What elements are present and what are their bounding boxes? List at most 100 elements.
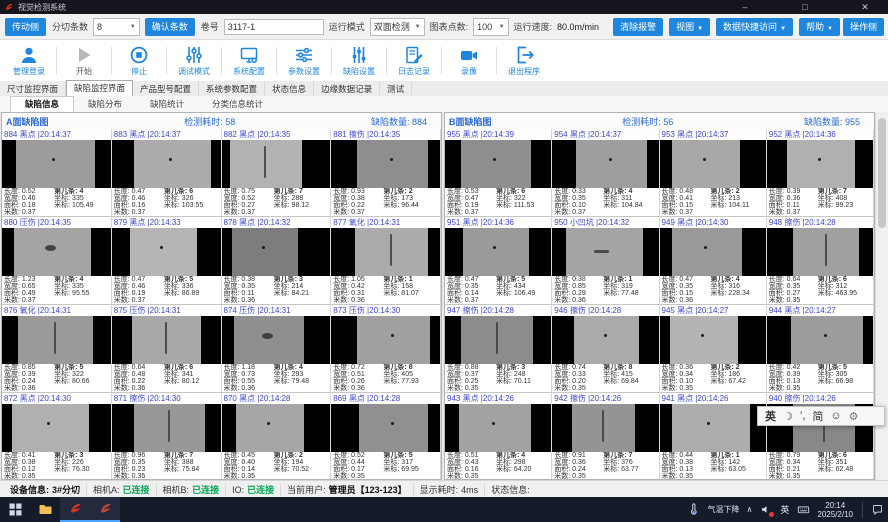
roll-number-input[interactable] [224,19,324,35]
main-tab[interactable]: 缺陷监控界面 [66,80,133,97]
defect-mark [160,246,163,249]
defect-cell[interactable]: 878 黑点 |20:14:32长度: 0.38宽度: 0.35面积: 0.11… [222,217,332,305]
split-count-select[interactable]: 8 ▼ [93,18,140,36]
file-explorer-button[interactable] [30,497,60,522]
defect-cell-label: 872 黑点 |20:14:30 [2,393,111,404]
defect-cell[interactable]: 954 黑点 |20:14:37长度: 0.33宽度: 0.35面积: 0.10… [552,129,659,217]
data-access-menu-button[interactable]: 数据快捷访问▼ [716,18,793,36]
tray-expand-chevron[interactable]: ∧ [747,505,753,514]
defect-cell[interactable]: 943 黑点 |20:14:26长度: 0.51宽度: 0.43面积: 0.16… [445,393,552,479]
close-button[interactable]: ✕ [852,0,878,14]
toolbar-button-stop[interactable]: 停止 [114,42,164,80]
ime-settings-gear-icon[interactable]: ⚙ [849,410,859,423]
sub-tab[interactable]: 缺陷统计 [136,97,198,112]
defect-cell[interactable]: 950 小凹坑 |20:14:32长度: 0.38宽度: 0.85面积: 0.2… [552,217,659,305]
app-taskbar-button-2[interactable] [90,497,120,522]
defect-cell[interactable]: 871 擦伤 |20:14:30长度: 0.96宽度: 0.35面积: 0.23… [112,393,222,479]
main-tab[interactable]: 系统参数配置 [199,82,265,96]
defect-cell[interactable]: 941 黑点 |20:14:26长度: 0.44宽度: 0.38面积: 0.13… [660,393,767,479]
defect-cell[interactable]: 953 黑点 |20:14:37长度: 0.48宽度: 0.41面积: 0.15… [660,129,767,217]
ime-fullhalf-icon[interactable]: ☽ [783,410,793,423]
volume-icon[interactable] [759,503,773,517]
defect-cell[interactable]: 875 压伤 |20:14:31长度: 0.64宽度: 0.48面积: 0.22… [112,305,222,393]
sub-tab[interactable]: 缺陷信息 [10,96,74,112]
clear-alarm-button[interactable]: 清除报警 [613,18,663,36]
defect-cell[interactable]: 876 氧化 |20:14:31长度: 0.85宽度: 0.39面积: 0.24… [2,305,112,393]
main-tab[interactable]: 尺寸监控界面 [0,82,66,96]
toolbar-button-camera[interactable]: 录像 [444,42,494,80]
defect-cell[interactable]: 955 黑点 |20:14:39长度: 0.53宽度: 0.47面积: 0.19… [445,129,552,217]
defect-cell[interactable]: 882 黑点 |20:14:35长度: 0.75宽度: 0.52面积: 0.27… [222,129,332,217]
defect-mark [45,245,56,251]
defect-cell[interactable]: 942 擦伤 |20:14:26长度: 0.91宽度: 0.36面积: 0.24… [552,393,659,479]
toolbar-button-params[interactable]: 参数设置 [279,42,329,80]
notification-center-icon[interactable] [870,503,884,517]
image-strip [232,228,299,276]
toolbar-button-log[interactable]: 日志记录 [389,42,439,80]
confirm-count-button[interactable]: 确认条数 [145,18,195,36]
defect-cell[interactable]: 872 黑点 |20:14:30长度: 0.41宽度: 0.38面积: 0.12… [2,393,112,479]
ime-punct-icon[interactable]: ’, [800,410,806,422]
defect-info: 长度: 1.05宽度: 0.42面积: 0.31米数: 0.36第几条: 1坐标… [331,276,440,304]
defect-cell[interactable]: 951 黑点 |20:14:36长度: 0.47宽度: 0.35面积: 0.14… [445,217,552,305]
app-taskbar-button-1[interactable] [60,497,90,522]
defect-cell[interactable]: 870 黑点 |20:14:28长度: 0.45宽度: 0.40面积: 0.14… [222,393,332,479]
metric-line: 米数: 0.35 [333,474,383,479]
chart-points-select[interactable]: 100 ▼ [473,18,508,36]
defect-cell[interactable]: 884 黑点 |20:14:37长度: 0.52宽度: 0.46面积: 0.18… [2,129,112,217]
clock[interactable]: 20:14 2025/2/10 [817,501,853,519]
operate-side-button[interactable]: 操作侧 [843,18,884,36]
toolbar-button-play[interactable]: 开始 [59,42,109,80]
defect-cell[interactable]: 945 黑点 |20:14:27长度: 0.36宽度: 0.34面积: 0.10… [660,305,767,393]
defect-cell[interactable]: 879 黑点 |20:14:33长度: 0.47宽度: 0.46面积: 0.19… [112,217,222,305]
defect-cell[interactable]: 874 压伤 |20:14:31长度: 1.18宽度: 0.73面积: 0.55… [222,305,332,393]
toolbar-button-monitor[interactable]: 系统配置 [224,42,274,80]
main-tab[interactable]: 状态信息 [265,82,314,96]
defect-cell[interactable]: 869 黑点 |20:14:28长度: 0.52宽度: 0.44面积: 0.17… [331,393,441,479]
defect-cell[interactable]: 944 黑点 |20:14:27长度: 0.42宽度: 0.39面积: 0.13… [767,305,874,393]
defect-cell[interactable]: 880 压伤 |20:14:35长度: 1.23宽度: 0.65面积: 0.49… [2,217,112,305]
display-time-label: 显示耗时: [420,483,459,496]
toolbar-button-exit[interactable]: 退出程序 [499,42,549,80]
control-bar: 传动侧 分切条数 8 ▼ 确认条数 卷号 运行模式 双面检测 ▼ 图表点数: 1… [0,14,888,40]
toolbar-button-tune[interactable]: 调试模式 [169,42,219,80]
help-menu-button[interactable]: 帮助▼ [799,18,840,36]
ime-emoji-icon[interactable]: ☺ [830,410,841,422]
main-tab[interactable]: 测试 [380,82,412,96]
maximize-button[interactable]: □ [792,0,818,14]
defect-cell[interactable]: 949 黑点 |20:14:30长度: 0.47宽度: 0.35面积: 0.15… [660,217,767,305]
defect-cell[interactable]: 883 黑点 |20:14:37长度: 0.47宽度: 0.46面积: 0.16… [112,129,222,217]
image-strip [12,404,89,452]
defect-mark [267,422,270,425]
toolbar-button-defectset[interactable]: 缺陷设置 [334,42,384,80]
defect-cell[interactable]: 952 黑点 |20:14:36长度: 0.39宽度: 0.36面积: 0.11… [767,129,874,217]
sub-tab[interactable]: 分类信息统计 [198,97,277,112]
toolbar-button-user[interactable]: 管理登录 [4,42,54,80]
defect-cell[interactable]: 881 擦伤 |20:14:35长度: 0.93宽度: 0.38面积: 0.22… [331,129,441,217]
drive-side-button[interactable]: 传动侧 [5,18,46,36]
scrollbar-thumb[interactable] [878,118,886,228]
weather-text[interactable]: 气温下降 [708,504,740,515]
defect-metrics-left: 长度: 0.93宽度: 0.38面积: 0.22米数: 0.37 [333,189,383,216]
defect-cell[interactable]: 873 压伤 |20:14:30长度: 0.72宽度: 0.51面积: 0.26… [331,305,441,393]
defect-cell[interactable]: 947 擦伤 |20:14:28长度: 0.88宽度: 0.37面积: 0.25… [445,305,552,393]
main-tab[interactable]: 产品型号配置 [133,82,199,96]
defect-mark [824,334,827,337]
main-tab[interactable]: 边缘数据记录 [314,82,380,96]
touch-keyboard-icon[interactable] [796,503,810,517]
thermometer-icon[interactable] [687,503,701,517]
defect-metrics-left: 长度: 0.85宽度: 0.39面积: 0.24米数: 0.36 [4,365,54,392]
run-mode-select[interactable]: 双面检测 ▼ [370,18,425,36]
metric-line: 米数: 0.35 [554,474,603,479]
input-language-indicator[interactable]: 英 [780,503,789,516]
ime-simplified-toggle[interactable]: 简 [812,408,823,424]
defect-cell[interactable]: 948 擦伤 |20:14:28长度: 0.64宽度: 0.35面积: 0.27… [767,217,874,305]
view-menu-button[interactable]: 视图▼ [669,18,710,36]
ime-lang-toggle[interactable]: 英 [765,408,776,424]
defect-metrics-left: 长度: 0.52宽度: 0.46面积: 0.18米数: 0.37 [4,189,54,216]
defect-cell[interactable]: 877 氧化 |20:14:31长度: 1.05宽度: 0.42面积: 0.31… [331,217,441,305]
start-button[interactable] [0,497,30,522]
sub-tab[interactable]: 缺陷分布 [74,97,136,112]
defect-cell[interactable]: 946 擦伤 |20:14:28长度: 0.74宽度: 0.33面积: 0.20… [552,305,659,393]
minimize-button[interactable]: – [732,0,758,14]
